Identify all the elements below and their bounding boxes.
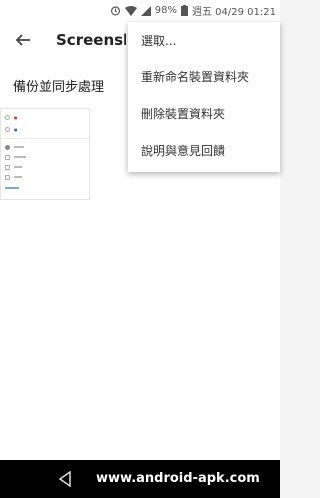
thumb-divider	[1, 138, 91, 139]
radio-icon	[5, 126, 10, 132]
alarm-icon	[110, 5, 121, 16]
page-title: Screenshots	[56, 31, 126, 49]
menu-item-rename-folder[interactable]: 重新命名裝置資料夾	[141, 68, 249, 85]
arrow-back-icon	[15, 32, 31, 52]
screenshot-thumbnail[interactable]: ● ●	[0, 108, 91, 200]
wifi-icon	[124, 5, 137, 16]
thumb-row	[5, 153, 26, 161]
navigation-bar: www.android-apk.com	[0, 460, 280, 498]
thumb-row: ●	[5, 125, 18, 133]
nav-back-icon[interactable]	[58, 470, 72, 491]
battery-percent: 98%	[154, 5, 177, 16]
signal-icon	[140, 5, 151, 16]
menu-item-select[interactable]: 選取...	[141, 32, 176, 49]
folder-icon	[5, 164, 10, 170]
settings-icon	[5, 144, 10, 150]
backup-sync-title: 備份並同步處理	[13, 80, 105, 95]
radio-icon	[5, 114, 10, 120]
battery-icon	[181, 5, 188, 16]
watermark: www.android-apk.com	[96, 471, 260, 486]
image-icon	[5, 174, 10, 180]
grid-icon	[5, 154, 10, 160]
status-icons: 98% 週五 04/29 01:21	[110, 3, 276, 18]
thumb-row	[5, 163, 22, 171]
thumb-row	[5, 173, 22, 181]
thumb-row	[5, 184, 19, 192]
overflow-menu: 選取... 重新命名裝置資料夾 刪除裝置資料夾 說明與意見回饋	[128, 22, 280, 172]
status-bar: 98% 週五 04/29 01:21	[0, 0, 280, 22]
clock: 週五 04/29 01:21	[192, 7, 276, 18]
menu-item-delete-folder[interactable]: 刪除裝置資料夾	[141, 105, 225, 122]
back-button[interactable]	[12, 31, 34, 53]
thumb-row	[5, 143, 24, 151]
thumb-row: ●	[5, 113, 18, 121]
menu-item-help-feedback[interactable]: 說明與意見回饋	[141, 142, 225, 159]
